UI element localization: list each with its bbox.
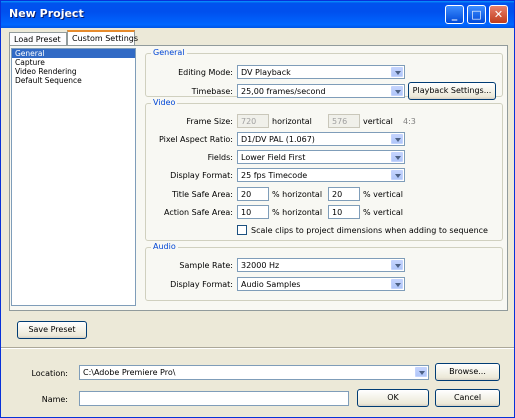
- title-safe-horizontal-label: % horizontal: [272, 190, 323, 199]
- sample-rate-select[interactable]: 32000 Hz: [237, 258, 405, 272]
- action-safe-vertical-input[interactable]: 10: [328, 205, 360, 219]
- action-safe-vertical-label: % vertical: [363, 208, 403, 217]
- frame-vertical-label: vertical: [363, 117, 393, 126]
- name-input[interactable]: [79, 391, 349, 406]
- category-list[interactable]: General Capture Video Rendering Default …: [11, 48, 136, 306]
- ok-button[interactable]: OK: [357, 389, 429, 407]
- chevron-down-icon[interactable]: [391, 67, 403, 77]
- aspect-ratio-text: 4:3: [403, 117, 416, 126]
- title-safe-horizontal-input[interactable]: 20: [237, 187, 269, 201]
- sample-rate-value: 32000 Hz: [241, 261, 280, 270]
- audio-group: Audio: [145, 242, 503, 301]
- frame-size-label: Frame Size:: [186, 117, 233, 126]
- editing-mode-value: DV Playback: [241, 68, 291, 77]
- frame-width-input[interactable]: 720: [237, 114, 269, 128]
- category-item-video-rendering[interactable]: Video Rendering: [12, 67, 135, 76]
- name-label: Name:: [41, 395, 68, 404]
- chevron-down-icon[interactable]: [415, 367, 427, 377]
- title-safe-vertical-label: % vertical: [363, 190, 403, 199]
- scale-clips-checkbox[interactable]: [237, 225, 247, 235]
- location-select[interactable]: C:\Adobe Premiere Pro\: [79, 365, 429, 380]
- window-title: New Project: [9, 7, 84, 20]
- location-value: C:\Adobe Premiere Pro\: [83, 368, 176, 377]
- title-safe-label: Title Safe Area:: [171, 190, 233, 199]
- divider: [1, 347, 514, 349]
- chevron-down-icon[interactable]: [391, 152, 403, 162]
- pixel-aspect-select[interactable]: D1/DV PAL (1.067): [237, 132, 405, 146]
- title-bar[interactable]: New Project _ □ ✕: [1, 1, 514, 28]
- playback-settings-button[interactable]: Playback Settings...: [408, 82, 496, 100]
- action-safe-horizontal-label: % horizontal: [272, 208, 323, 217]
- video-heading: Video: [151, 98, 178, 107]
- tab-custom-settings[interactable]: Custom Settings: [67, 30, 138, 46]
- cancel-button[interactable]: Cancel: [435, 389, 500, 407]
- fields-select[interactable]: Lower Field First: [237, 150, 405, 164]
- chevron-down-icon[interactable]: [391, 260, 403, 270]
- audio-display-format-value: Audio Samples: [241, 280, 301, 289]
- general-heading: General: [151, 48, 187, 57]
- pixel-aspect-value: D1/DV PAL (1.067): [241, 135, 315, 144]
- title-safe-vertical-input[interactable]: 20: [328, 187, 360, 201]
- action-safe-label: Action Safe Area:: [164, 208, 233, 217]
- timebase-label: Timebase:: [191, 87, 233, 96]
- new-project-dialog: New Project _ □ ✕ Load Preset Custom Set…: [0, 0, 515, 418]
- fields-value: Lower Field First: [241, 153, 306, 162]
- action-safe-horizontal-input[interactable]: 10: [237, 205, 269, 219]
- editing-mode-select[interactable]: DV Playback: [237, 65, 405, 79]
- scale-clips-label: Scale clips to project dimensions when a…: [251, 226, 488, 235]
- video-display-format-select[interactable]: 25 fps Timecode: [237, 168, 405, 182]
- category-item-default-sequence[interactable]: Default Sequence: [12, 76, 135, 85]
- editing-mode-label: Editing Mode:: [178, 68, 233, 77]
- chevron-down-icon[interactable]: [391, 134, 403, 144]
- pixel-aspect-label: Pixel Aspect Ratio:: [159, 135, 233, 144]
- audio-heading: Audio: [151, 242, 178, 251]
- close-button[interactable]: ✕: [489, 5, 508, 24]
- audio-display-format-select[interactable]: Audio Samples: [237, 277, 405, 291]
- maximize-button[interactable]: □: [467, 5, 486, 24]
- save-preset-button[interactable]: Save Preset: [17, 321, 87, 339]
- tab-load-preset[interactable]: Load Preset: [9, 32, 67, 46]
- frame-horizontal-label: horizontal: [272, 117, 312, 126]
- chevron-down-icon[interactable]: [391, 86, 403, 96]
- sample-rate-label: Sample Rate:: [179, 261, 233, 270]
- location-label: Location:: [31, 369, 68, 378]
- timebase-value: 25,00 frames/second: [241, 87, 326, 96]
- audio-display-format-label: Display Format:: [170, 280, 233, 289]
- chevron-down-icon[interactable]: [391, 170, 403, 180]
- category-item-general[interactable]: General: [12, 49, 135, 58]
- timebase-select[interactable]: 25,00 frames/second: [237, 84, 405, 98]
- minimize-button[interactable]: _: [445, 5, 464, 24]
- category-item-capture[interactable]: Capture: [12, 58, 135, 67]
- video-display-format-label: Display Format:: [170, 171, 233, 180]
- browse-button[interactable]: Browse...: [435, 363, 500, 381]
- chevron-down-icon[interactable]: [391, 279, 403, 289]
- frame-height-input[interactable]: 576: [328, 114, 360, 128]
- fields-label: Fields:: [207, 153, 233, 162]
- video-display-format-value: 25 fps Timecode: [241, 171, 308, 180]
